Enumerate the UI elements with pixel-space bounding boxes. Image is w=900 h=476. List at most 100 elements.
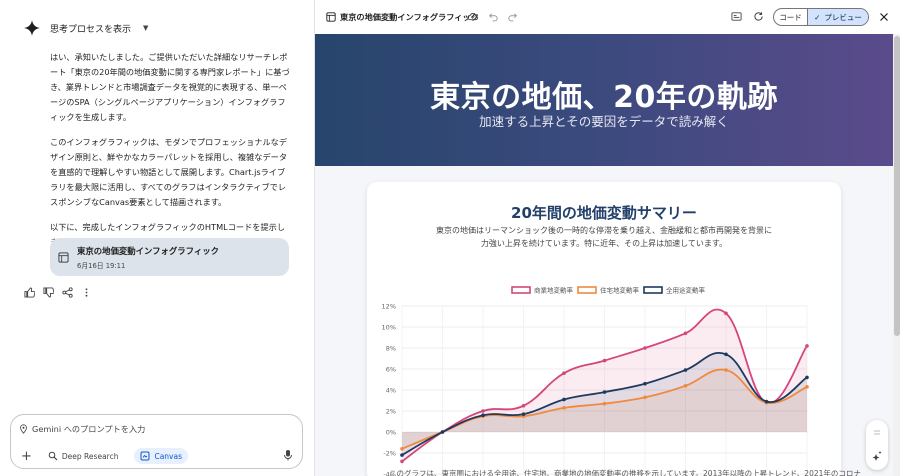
y-tick-label: 10%	[382, 324, 396, 332]
y-tick-label: -2%	[383, 450, 396, 458]
data-point	[683, 368, 688, 372]
canvas-document-card[interactable]: 東京の地価変動インフォグラフィック 6月16日 19:11	[50, 238, 289, 276]
view-toggle: コード ✓ プレビュー	[773, 8, 869, 26]
canvas-toolbar: 東京の地価変動インフォグラフィック コード ✓ プレビュー	[315, 0, 900, 34]
data-point	[683, 331, 688, 336]
scrollbar[interactable]	[893, 34, 900, 476]
deep-research-button[interactable]: Deep Research	[42, 448, 125, 464]
deep-research-icon	[48, 451, 58, 461]
legend-label: 商業地変動率	[534, 286, 574, 295]
hero-banner: 東京の地価、20年の軌跡 加速する上昇とその要因をデータで読み解く	[315, 34, 893, 166]
preview-tab-label: プレビュー	[824, 12, 862, 22]
y-tick-label: 8%	[386, 345, 396, 353]
data-point	[400, 459, 404, 464]
data-point	[521, 403, 526, 408]
dashboard-icon[interactable]	[731, 11, 742, 22]
data-point	[400, 453, 404, 457]
land-price-chart[interactable]: 12%10%8%6%4%2%0%-2%-4%201220132014201520…	[367, 262, 841, 476]
data-point	[562, 397, 566, 402]
data-point	[724, 368, 728, 372]
data-point	[440, 430, 445, 434]
data-point	[521, 412, 526, 416]
hero-title: 東京の地価、20年の軌跡	[430, 80, 778, 115]
floating-action-pill	[866, 420, 888, 470]
preview-content: 東京の地価、20年の軌跡 加速する上昇とその要因をデータで読み解く 20年間の地…	[315, 34, 893, 476]
document-icon	[58, 251, 69, 263]
check-icon: ✓	[814, 12, 821, 22]
y-tick-label: 12%	[382, 303, 396, 311]
chart-footnote: このグラフは、東京圏における全用途、住宅地、商業地の地価変動率の推移を示していま…	[389, 469, 861, 476]
prompt-box[interactable]: Gemini へのプロンプトを入力 + Deep Research Canvas	[10, 414, 303, 469]
message-paragraph: はい、承知いたしました。ご提供いただいた詳細なリサーチレポート「東京の20年間の…	[50, 52, 290, 122]
undo-icon[interactable]	[488, 11, 499, 22]
data-point	[724, 352, 728, 357]
deep-research-label: Deep Research	[61, 451, 119, 461]
share-icon[interactable]	[62, 287, 73, 298]
canvas-panel: 東京の地価変動インフォグラフィック コード ✓ プレビュー 東京の地価、20年の…	[314, 0, 900, 476]
canvas-title: 東京の地価変動インフォグラフィック	[340, 12, 479, 22]
refresh-icon[interactable]	[753, 11, 764, 22]
data-point	[764, 399, 769, 404]
scrollbar-thumb[interactable]	[894, 36, 900, 336]
thumbs-down-icon[interactable]	[43, 287, 54, 298]
code-tab[interactable]: コード	[774, 9, 808, 25]
data-point	[683, 384, 688, 388]
list-icon[interactable]	[874, 430, 880, 435]
data-point	[481, 413, 485, 417]
data-point	[602, 401, 607, 406]
more-vert-icon[interactable]	[81, 287, 92, 298]
data-point	[805, 344, 809, 348]
canvas-button[interactable]: Canvas	[134, 448, 188, 464]
sparkle-edit-icon[interactable]	[872, 451, 882, 461]
location-pin-icon	[20, 424, 27, 434]
redo-icon[interactable]	[507, 11, 518, 22]
summary-card: 20年間の地価変動サマリー 東京の地価はリーマンショック後の一時的な停滞を乗り越…	[367, 182, 841, 476]
message-paragraph: このインフォグラフィックは、モダンでプロフェッショナルなデザイン原則と、鮮やかな…	[50, 137, 288, 207]
message-actions	[24, 287, 92, 298]
data-point	[602, 358, 607, 363]
data-point	[805, 375, 809, 380]
legend-label: 全用途変動率	[666, 286, 706, 295]
card-date: 6月16日 19:11	[77, 261, 126, 270]
data-point	[643, 395, 647, 400]
y-tick-label: 2%	[386, 408, 396, 416]
close-icon[interactable]	[879, 12, 889, 22]
data-point	[643, 346, 647, 350]
data-point	[602, 390, 607, 394]
legend-swatch	[511, 286, 531, 294]
thinking-toggle[interactable]: 思考プロセスを表示 ▼	[24, 20, 148, 36]
canvas-icon	[140, 451, 150, 461]
legend-label: 住宅地変動率	[600, 286, 640, 295]
assistant-message: はい、承知いたしました。ご提供いただいた詳細なリサーチレポート「東京の20年間の…	[50, 50, 292, 260]
prompt-placeholder: Gemini へのプロンプトを入力	[32, 424, 146, 434]
data-point	[481, 409, 485, 413]
microphone-icon[interactable]	[283, 449, 293, 461]
code-tab-label: コード	[779, 12, 802, 22]
data-point	[562, 371, 566, 375]
prompt-tools: + Deep Research Canvas	[21, 448, 188, 464]
hero-subtitle: 加速する上昇とその要因をデータで読み解く	[479, 114, 729, 129]
thumbs-up-icon[interactable]	[24, 287, 35, 298]
add-icon[interactable]: +	[21, 449, 32, 464]
data-point	[805, 385, 809, 389]
card-title: 東京の地価変動インフォグラフィック	[77, 245, 219, 256]
y-tick-label: 0%	[386, 429, 396, 437]
y-tick-label: 4%	[386, 387, 396, 395]
data-point	[562, 406, 566, 410]
legend-swatch	[643, 286, 663, 294]
prompt-input[interactable]: Gemini へのプロンプトを入力	[19, 423, 145, 435]
y-tick-label: 6%	[386, 366, 396, 374]
preview-tab[interactable]: ✓ プレビュー	[808, 9, 868, 25]
cloud-save-icon[interactable]	[467, 11, 478, 22]
data-point	[643, 381, 647, 386]
data-point	[724, 311, 728, 316]
section-title: 20年間の地価変動サマリー	[511, 204, 697, 222]
data-point	[400, 447, 404, 451]
chat-panel: 思考プロセスを表示 ▼ はい、承知いたしました。ご提供いただいた詳細なリサーチレ…	[0, 0, 310, 476]
chevron-down-icon: ▼	[143, 24, 149, 32]
section-description: 東京の地価はリーマンショック後の一時的な停滞を乗り越え、金融緩和と都市再開発を背…	[436, 226, 772, 248]
legend-swatch	[577, 286, 597, 294]
gemini-spark-icon	[24, 20, 40, 36]
document-icon	[326, 12, 336, 22]
thinking-label: 思考プロセスを表示	[50, 24, 132, 35]
